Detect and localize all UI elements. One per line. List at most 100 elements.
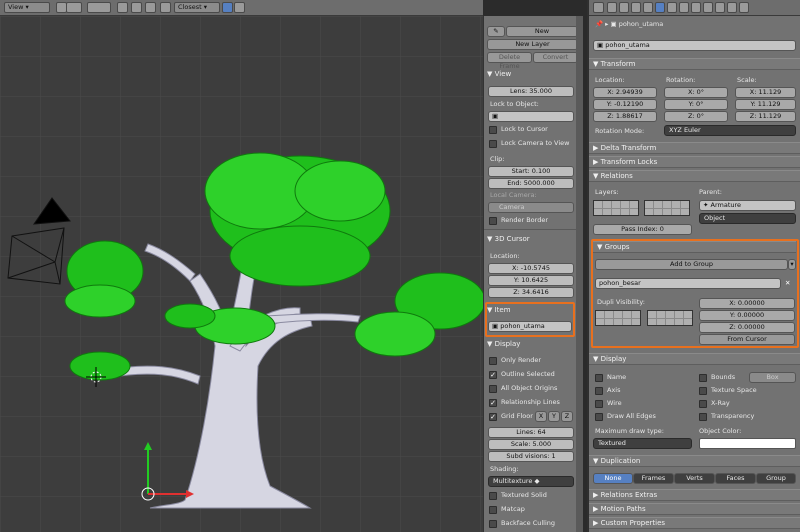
- dupli-z-field[interactable]: Z: 0.00000: [699, 322, 795, 333]
- display-header[interactable]: ▼ Display: [589, 353, 800, 365]
- view-section-header[interactable]: ▼ View: [487, 69, 511, 79]
- data-tab-icon[interactable]: [691, 2, 701, 13]
- bounds-type-dropdown[interactable]: Box: [749, 372, 796, 383]
- grid-floor-checkbox[interactable]: ✓: [489, 413, 497, 421]
- scale-field[interactable]: Scale: 5.000: [488, 439, 574, 450]
- dup-none-button[interactable]: None: [593, 473, 633, 484]
- pivot-dropdown[interactable]: Closest ▾: [174, 2, 220, 13]
- constraints-tab-icon[interactable]: [667, 2, 677, 13]
- rot-z-field[interactable]: Z: 0°: [664, 111, 728, 122]
- 3d-cursor-section-header[interactable]: ▼ 3D Cursor: [487, 234, 530, 244]
- dup-group-button[interactable]: Group: [756, 473, 796, 484]
- axis-z-toggle[interactable]: Z: [561, 411, 573, 422]
- render-border-checkbox[interactable]: [489, 217, 497, 225]
- lock-camera-checkbox[interactable]: [489, 140, 497, 148]
- only-render-checkbox[interactable]: [489, 357, 497, 365]
- relations-extras-header[interactable]: ▶ Relations Extras: [589, 489, 800, 501]
- all-origins-checkbox[interactable]: [489, 385, 497, 393]
- dup-faces-button[interactable]: Faces: [715, 473, 756, 484]
- new-layer-button[interactable]: New Layer: [487, 39, 578, 50]
- rotation-mode-dropdown[interactable]: XYZ Euler: [664, 125, 796, 136]
- name-checkbox[interactable]: [595, 374, 603, 382]
- object-color-swatch[interactable]: [699, 438, 796, 449]
- 3d-viewport[interactable]: [0, 16, 483, 532]
- texture-tab-icon[interactable]: [715, 2, 725, 13]
- lock-to-cursor-checkbox[interactable]: [489, 126, 497, 134]
- relations-header[interactable]: ▼ Relations: [589, 170, 800, 182]
- groups-header[interactable]: ▼ Groups: [593, 241, 796, 253]
- pivot-icon[interactable]: [160, 2, 171, 13]
- scale-z-field[interactable]: Z: 11.129: [735, 111, 796, 122]
- cursor-x-field[interactable]: X: -10.5745: [488, 263, 574, 274]
- texture-space-checkbox[interactable]: [699, 387, 707, 395]
- lock-to-object-field[interactable]: ▣: [488, 111, 574, 122]
- particles-tab-icon[interactable]: [727, 2, 737, 13]
- custom-properties-header[interactable]: ▶ Custom Properties: [589, 517, 800, 529]
- scrollbar[interactable]: [576, 16, 583, 532]
- clip-end-field[interactable]: End: 5000.000: [488, 178, 574, 189]
- snap-icon[interactable]: [131, 2, 142, 13]
- scene-tab-icon[interactable]: [631, 2, 641, 13]
- textured-solid-checkbox[interactable]: [489, 492, 497, 500]
- scale-x-field[interactable]: X: 11.129: [735, 87, 796, 98]
- dupli-y-field[interactable]: Y: 0.00000: [699, 310, 795, 321]
- display-section-header[interactable]: ▼ Display: [487, 339, 520, 349]
- outline-selected-checkbox[interactable]: ✓: [489, 371, 497, 379]
- editor-type-icon[interactable]: [593, 2, 604, 13]
- draw-all-edges-checkbox[interactable]: [595, 413, 603, 421]
- render-tab-icon[interactable]: [607, 2, 617, 13]
- xray-checkbox[interactable]: [699, 400, 707, 408]
- material-tab-icon[interactable]: [703, 2, 713, 13]
- cursor-z-field[interactable]: Z: 34.6416: [488, 287, 574, 298]
- proportional-icon[interactable]: [117, 2, 128, 13]
- object-name-field[interactable]: ▣ pohon_utama: [593, 40, 796, 51]
- grid-icon[interactable]: [66, 2, 82, 13]
- new-gp-button[interactable]: New: [506, 26, 578, 37]
- layers-grid-left[interactable]: [593, 200, 639, 216]
- item-section-header[interactable]: ▼ Item: [487, 305, 511, 315]
- matcap-checkbox[interactable]: [489, 506, 497, 514]
- from-cursor-button[interactable]: From Cursor: [699, 334, 795, 345]
- dup-frames-button[interactable]: Frames: [633, 473, 674, 484]
- rot-y-field[interactable]: Y: 0°: [664, 99, 728, 110]
- dupli-x-field[interactable]: X: 0.00000: [699, 298, 795, 309]
- backface-culling-checkbox[interactable]: [489, 520, 497, 528]
- parent-field[interactable]: ✦ Armature: [699, 200, 796, 211]
- layers-grid-right[interactable]: [644, 200, 690, 216]
- transform-section-header[interactable]: ▼ Transform: [589, 58, 800, 70]
- loc-y-field[interactable]: Y: -0.12190: [593, 99, 657, 110]
- object-tab-icon[interactable]: [655, 2, 665, 13]
- local-camera-field[interactable]: Camera: [488, 202, 574, 213]
- lines-field[interactable]: Lines: 64: [488, 427, 574, 438]
- modifiers-tab-icon[interactable]: [679, 2, 689, 13]
- add-to-group-button[interactable]: Add to Group: [595, 259, 788, 270]
- transform-locks-header[interactable]: ▶ Transform Locks: [589, 156, 800, 168]
- relationship-lines-checkbox[interactable]: ✓: [489, 399, 497, 407]
- pencil-icon[interactable]: ✎: [487, 26, 505, 37]
- dup-verts-button[interactable]: Verts: [674, 473, 715, 484]
- motion-paths-header[interactable]: ▶ Motion Paths: [589, 503, 800, 515]
- loc-z-field[interactable]: Z: 1.88617: [593, 111, 657, 122]
- axis-x-toggle[interactable]: X: [535, 411, 547, 422]
- duplication-header[interactable]: ▼ Duplication: [589, 455, 800, 467]
- rot-x-field[interactable]: X: 0°: [664, 87, 728, 98]
- transparency-checkbox[interactable]: [699, 413, 707, 421]
- layers-tab-icon[interactable]: [619, 2, 629, 13]
- subdivisions-field[interactable]: Subd visions: 1: [488, 451, 574, 462]
- loc-x-field[interactable]: X: 2.94939: [593, 87, 657, 98]
- item-name-field[interactable]: ▣ pohon_utama: [488, 321, 572, 332]
- group-menu-icon[interactable]: ▾: [788, 259, 796, 270]
- cursor-y-field[interactable]: Y: 10.6425: [488, 275, 574, 286]
- magnet-icon[interactable]: [145, 2, 156, 13]
- parent-type-dropdown[interactable]: Object: [699, 213, 796, 224]
- physics-tab-icon[interactable]: [739, 2, 749, 13]
- remove-group-icon[interactable]: ✕: [785, 279, 790, 288]
- view-menu[interactable]: View ▾: [4, 2, 50, 13]
- scale-y-field[interactable]: Y: 11.129: [735, 99, 796, 110]
- axis-checkbox[interactable]: [595, 387, 603, 395]
- camera-icon[interactable]: [234, 2, 245, 13]
- wire-checkbox[interactable]: [595, 400, 603, 408]
- shading-dropdown[interactable]: Multitexture ◆: [488, 476, 574, 487]
- clip-start-field[interactable]: Start: 0.100: [488, 166, 574, 177]
- delete-frame-button[interactable]: Delete Frame: [487, 52, 532, 70]
